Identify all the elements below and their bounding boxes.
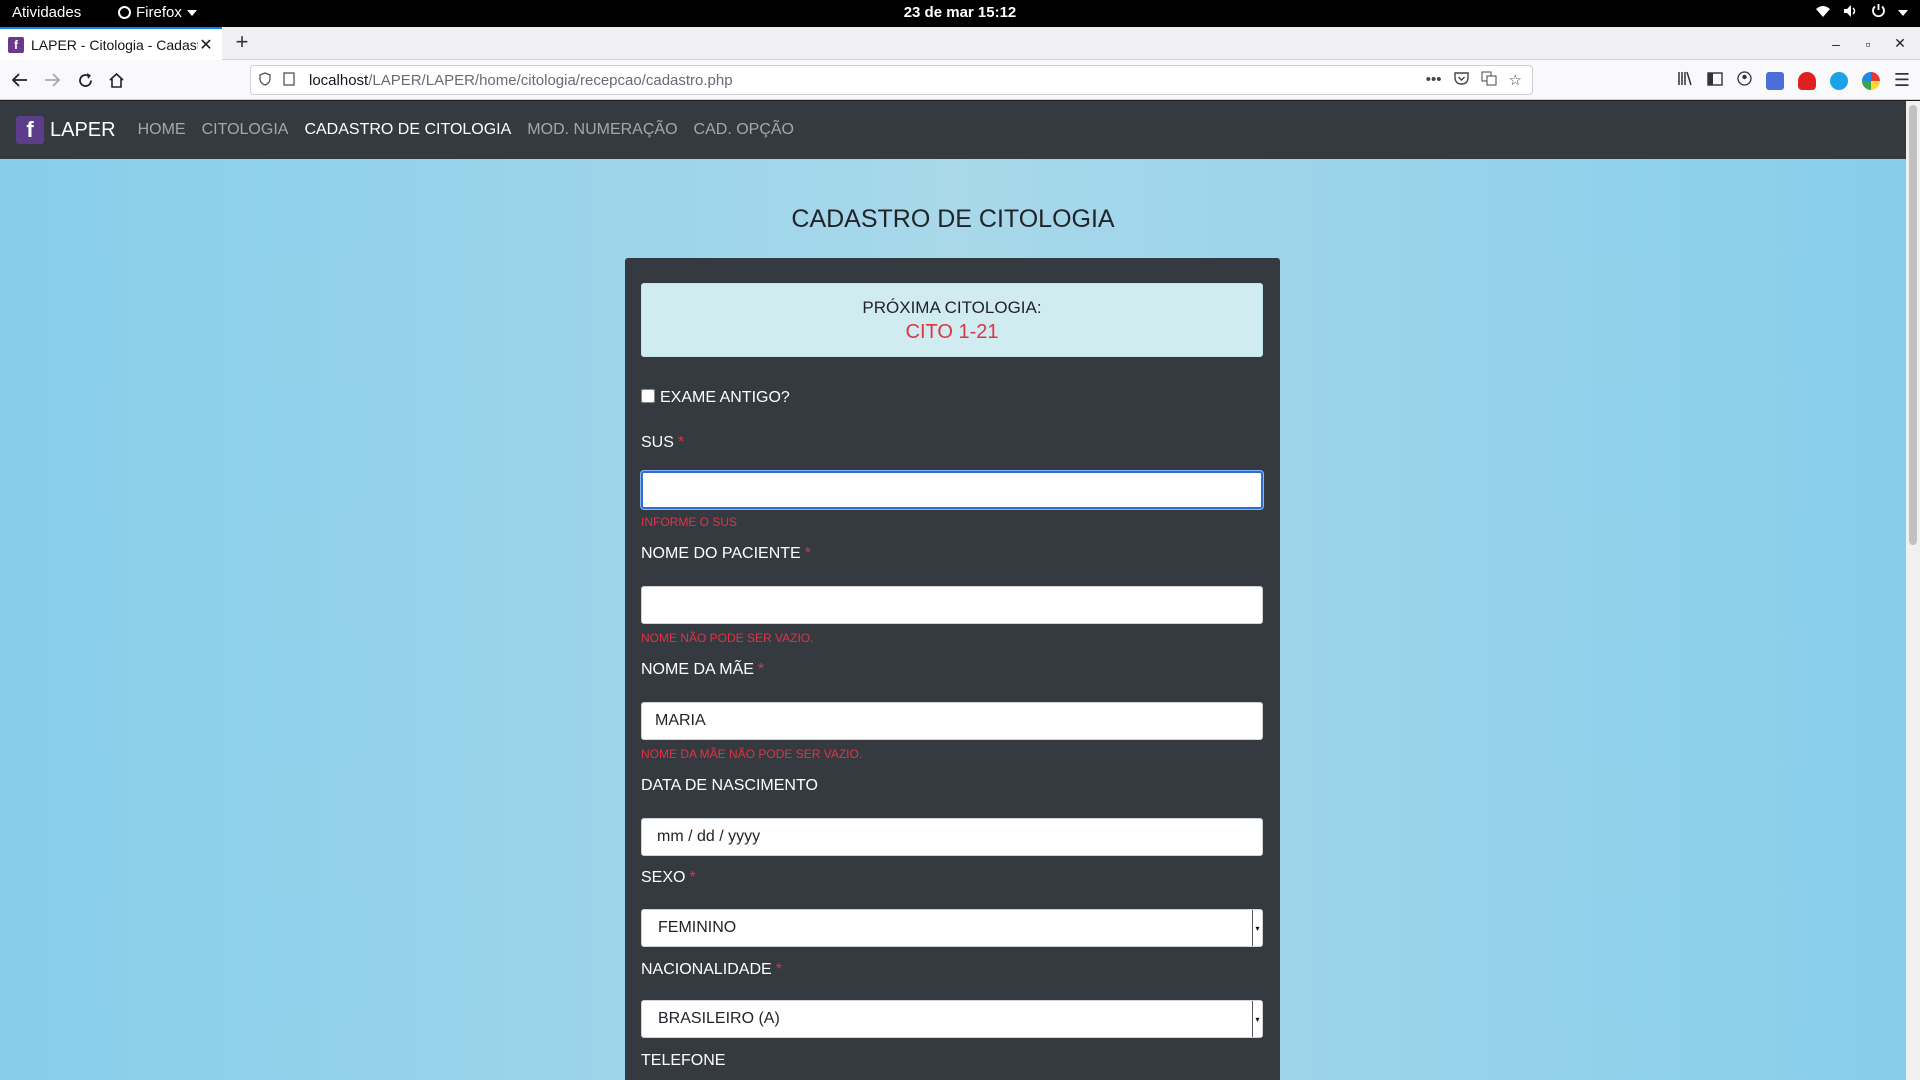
required-marker: * [689,869,696,886]
new-tab-button[interactable]: + [230,29,254,55]
app-menu-label: Firefox [136,4,182,21]
form-card: PRÓXIMA CITOLOGIA: CITO 1-21 EXAME ANTIG… [625,258,1280,1080]
patient-name-error: NOME NÃO PODE SER VAZIO. [641,631,814,645]
shield-icon[interactable] [259,71,277,89]
account-icon[interactable] [1737,71,1752,90]
nav-home[interactable]: HOME [130,121,194,139]
tab-title: LAPER - Citologia - Cadastro [31,36,198,53]
translate-extension-icon[interactable] [1765,71,1784,90]
home-icon [108,72,124,88]
browser-toolbar: localhost/LAPER/LAPER/home/citologia/rec… [0,60,1920,100]
translate-icon[interactable] [1481,71,1497,90]
bookmark-star-icon[interactable]: ☆ [1509,71,1522,90]
volume-icon [1843,4,1859,22]
sex-label-text: SEXO [641,869,686,886]
next-citology-value: CITO 1-21 [905,321,999,343]
brand[interactable]: f LAPER [16,116,116,144]
brand-name: LAPER [50,118,116,141]
home-button[interactable] [104,68,128,92]
system-tray[interactable] [1815,3,1908,22]
sidebar-icon[interactable] [1707,71,1723,90]
activities-button[interactable]: Atividades [12,4,81,21]
power-icon [1871,3,1886,22]
chevron-down-icon [186,9,197,16]
phone-label: TELEFONE [641,1052,726,1069]
old-exam-checkbox[interactable] [641,389,655,403]
patient-name-label-text: NOME DO PACIENTE [641,545,801,562]
brand-logo: f [16,116,44,144]
more-actions-icon[interactable]: ••• [1426,71,1442,90]
patient-name-input[interactable] [641,586,1263,624]
mother-name-error: NOME DA MÃE NÃO PODE SER VAZIO. [641,747,863,761]
close-icon[interactable]: ✕ [198,35,214,55]
wifi-icon [1815,4,1831,22]
next-citology-label: PRÓXIMA CITOLOGIA: [862,298,1042,317]
page-info-icon[interactable] [283,71,301,89]
nationality-select[interactable]: BRASILEIRO (A) ▾ [641,1000,1263,1038]
page-scrollbar[interactable] [1906,101,1920,1080]
library-icon[interactable] [1677,71,1693,90]
sus-label: SUS * [641,434,684,452]
minimize-icon[interactable]: – [1824,36,1848,52]
window-controls: – ▫ ✕ [1824,27,1920,60]
clock[interactable]: 23 de mar 15:12 [904,4,1017,21]
nav-citologia[interactable]: CITOLOGIA [194,121,297,139]
firefox-icon [118,6,131,19]
url-host: localhost [309,71,369,89]
select-arrow-icon: ▾ [1252,1001,1262,1037]
nationality-label-text: NACIONALIDADE [641,961,772,978]
mother-name-label-text: NOME DA MÃE [641,661,754,678]
browser-tab-active[interactable]: f LAPER - Citologia - Cadastro ✕ [0,27,222,60]
select-arrow-icon: ▾ [1252,910,1262,946]
required-marker: * [757,661,765,678]
reload-button[interactable] [73,68,97,92]
app-menu[interactable]: Firefox [118,4,197,21]
nationality-select-value: BRASILEIRO (A) [658,1010,780,1027]
nav-cad-opcao[interactable]: CAD. OPÇÃO [686,121,802,139]
favicon: f [8,36,24,53]
hamburger-menu-icon[interactable]: ☰ [1894,70,1910,91]
tab-strip: f LAPER - Citologia - Cadastro ✕ + – ▫ ✕ [0,27,1920,60]
nationality-label: NACIONALIDADE * [641,961,782,979]
maximize-icon[interactable]: ▫ [1856,36,1880,52]
old-exam-checkbox-row[interactable]: EXAME ANTIGO? [641,389,790,407]
forward-button[interactable] [40,68,64,92]
page-viewport: f LAPER HOME CITOLOGIA CADASTRO DE CITOL… [0,101,1906,1080]
required-marker: * [677,434,685,451]
page-title: CADASTRO DE CITOLOGIA [791,205,1115,233]
mother-name-input[interactable]: MARIA [641,702,1263,740]
chevron-down-icon [1898,9,1908,16]
birth-date-input[interactable]: mm / dd / yyyy [641,818,1263,856]
sex-label: SEXO * [641,869,696,887]
app-navbar: f LAPER HOME CITOLOGIA CADASTRO DE CITOL… [0,101,1906,159]
nav-links: HOME CITOLOGIA CADASTRO DE CITOLOGIA MOD… [130,121,802,139]
reload-icon [78,72,92,87]
back-button[interactable] [8,68,32,92]
required-marker: * [775,961,782,978]
system-top-bar: Atividades Firefox 23 de mar 15:12 [0,0,1920,27]
extension-color-icon[interactable] [1861,71,1880,90]
nav-mod-numeracao[interactable]: MOD. NUMERAÇÃO [519,121,685,139]
scrollbar-thumb[interactable] [1909,105,1917,545]
nav-cadastro-citologia[interactable]: CADASTRO DE CITOLOGIA [296,121,519,139]
pocket-icon[interactable] [1453,71,1469,90]
patient-name-label: NOME DO PACIENTE * [641,545,811,563]
extension-blue-icon[interactable] [1829,71,1848,90]
url-bar[interactable]: localhost/LAPER/LAPER/home/citologia/rec… [250,65,1533,95]
sus-input[interactable] [641,471,1263,509]
required-marker: * [804,545,811,562]
old-exam-label: EXAME ANTIGO? [660,389,790,406]
next-citology-alert: PRÓXIMA CITOLOGIA: CITO 1-21 [641,283,1263,357]
mother-name-label: NOME DA MÃE * [641,661,764,679]
ublock-icon[interactable] [1797,71,1816,90]
sus-label-text: SUS [641,434,674,451]
sus-error: INFORME O SUS [641,515,738,529]
forward-arrow-icon [45,73,61,87]
sex-select[interactable]: FEMININO ▾ [641,909,1263,947]
url-path: /LAPER/LAPER/home/citologia/recepcao/cad… [368,71,733,89]
birth-date-label: DATA DE NASCIMENTO [641,777,818,794]
back-arrow-icon [11,73,27,87]
close-window-icon[interactable]: ✕ [1888,35,1912,52]
sex-select-value: FEMININO [658,919,737,936]
